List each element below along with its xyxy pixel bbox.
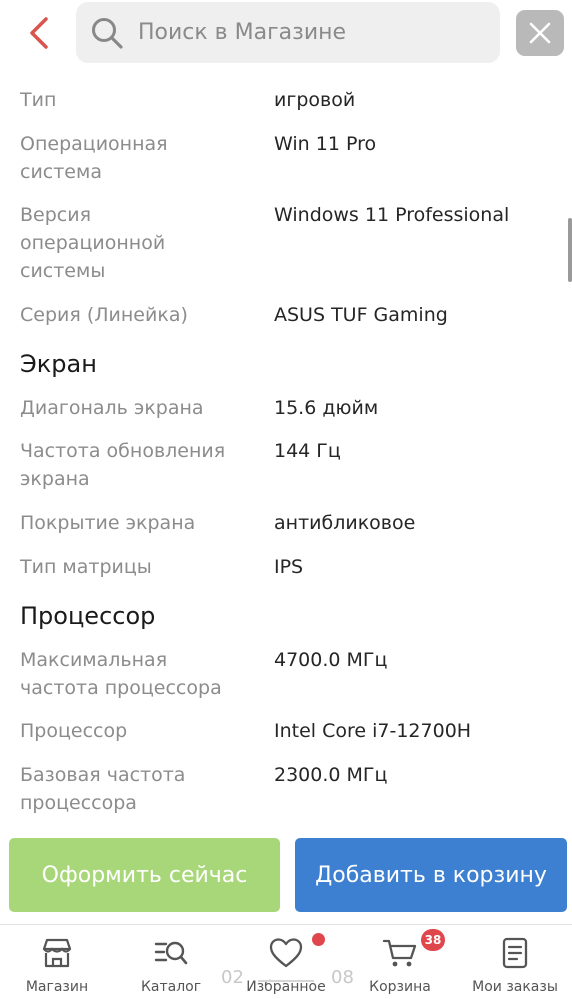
back-button[interactable]: [22, 14, 56, 52]
favorites-dot-badge: [312, 933, 325, 946]
close-icon: [529, 22, 551, 44]
close-button[interactable]: [516, 10, 564, 56]
chevron-left-icon: [30, 17, 48, 49]
spec-label: Максимальная частота процессора: [20, 649, 222, 699]
spec-label: Частота обновления экрана: [20, 440, 226, 490]
spec-list: Тип игровой Операционная система Win 11 …: [0, 68, 572, 828]
nav-item-shop[interactable]: Магазин: [0, 925, 114, 999]
catalog-search-icon: [154, 941, 188, 965]
scrollbar[interactable]: [568, 218, 572, 282]
spec-value: антибликовое: [274, 512, 416, 534]
section-title-screen: Экран: [20, 350, 97, 378]
spec-value: 144 Гц: [274, 440, 341, 462]
spec-value: 4700.0 МГц: [274, 649, 388, 671]
cart-icon: [382, 939, 417, 967]
search-input[interactable]: [138, 2, 488, 63]
spec-value: 15.6 дюйм: [274, 397, 379, 419]
spec-value: 2300.0 МГц: [274, 764, 388, 786]
spec-label: Серия (Линейка): [20, 304, 188, 326]
nav-label: Мои заказы: [472, 979, 558, 995]
spec-label: Диагональ экрана: [20, 397, 204, 419]
spec-value: IPS: [274, 556, 304, 578]
search-box[interactable]: [76, 2, 500, 63]
action-bar: Оформить сейчас Добавить в корзину: [0, 828, 572, 924]
heart-icon: [269, 938, 303, 968]
spec-label: Процессор: [20, 720, 128, 742]
pager-divider: [258, 980, 314, 982]
nav-item-orders[interactable]: Мои заказы: [458, 925, 572, 999]
nav-label: Магазин: [25, 979, 89, 995]
section-title-cpu: Процессор: [20, 602, 156, 630]
spec-label: Тип: [20, 89, 57, 111]
spec-label: Покрытие экрана: [20, 512, 196, 534]
spec-value: игровой: [274, 89, 356, 111]
spec-label: Операционная система: [20, 133, 168, 183]
spec-value: Win 11 Pro: [274, 133, 377, 155]
pager-right: 08: [331, 967, 354, 988]
top-bar: [0, 0, 572, 68]
search-icon: [92, 18, 123, 49]
shop-icon: [42, 938, 72, 968]
spec-label: Версия операционной системы: [20, 204, 166, 282]
spec-label: Тип матрицы: [20, 556, 152, 578]
add-to-cart-button[interactable]: Добавить в корзину: [295, 838, 567, 912]
nav-item-catalog[interactable]: Каталог: [114, 925, 228, 999]
nav-label: Корзина: [369, 979, 431, 995]
bottom-nav: Магазин Каталог Избранное Корзина Мои за…: [0, 924, 572, 999]
spec-value: ASUS TUF Gaming: [274, 304, 448, 326]
pager-left: 02: [221, 967, 244, 988]
nav-label: Каталог: [140, 979, 202, 995]
spec-value: Intel Core i7-12700H: [274, 720, 472, 742]
buy-now-button[interactable]: Оформить сейчас: [9, 838, 280, 912]
spec-label: Базовая частота процессора: [20, 764, 186, 814]
spec-value: Windows 11 Professional: [274, 204, 510, 226]
nav-item-favorites[interactable]: Избранное: [229, 925, 343, 999]
cart-count-badge: 38: [421, 929, 445, 951]
orders-list-icon: [502, 937, 528, 969]
